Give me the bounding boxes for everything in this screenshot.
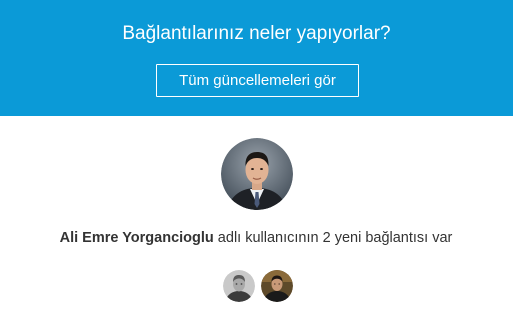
new-connection-avatar[interactable] (261, 270, 293, 302)
profile-photo-avatar[interactable] (221, 138, 293, 210)
updates-banner: Bağlantılarınız neler yapıyorlar? Tüm gü… (0, 0, 513, 116)
new-connection-avatar[interactable] (223, 270, 255, 302)
update-message: Ali Emre Yorgancioglu adlı kullanıcının … (0, 229, 512, 247)
update-message-text: adlı kullanıcının 2 yeni bağlantısı var (213, 230, 453, 246)
updates-card: Bağlantılarınız neler yapıyorlar? Tüm gü… (0, 0, 513, 325)
banner-title: Bağlantılarınız neler yapıyorlar? (122, 23, 391, 44)
see-all-updates-button[interactable]: Tüm güncellemeleri gör (156, 64, 359, 97)
person-name-link[interactable]: Ali Emre Yorgancioglu (60, 230, 214, 246)
